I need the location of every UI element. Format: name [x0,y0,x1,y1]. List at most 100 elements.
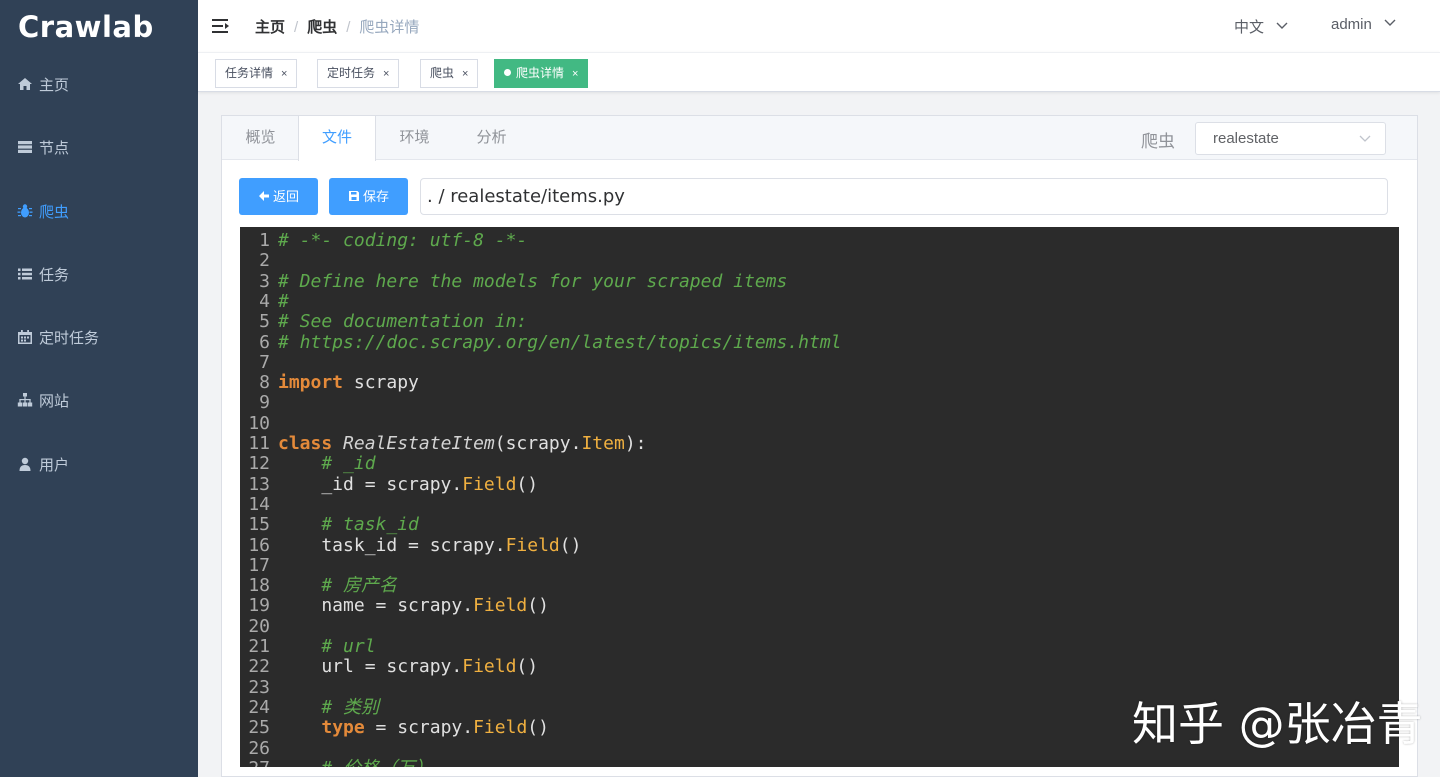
close-icon[interactable]: × [281,68,287,80]
breadcrumb-spider-detail: 爬虫详情 [359,19,420,36]
language-dropdown[interactable]: 中文 [1234,16,1288,37]
code-token: Field [473,717,528,739]
code-token: # Define here the models for your scrape… [278,270,788,292]
code-token: task_id = scrapy. [278,534,506,556]
home-icon [17,63,33,90]
back-button[interactable]: 返回 [239,178,318,215]
code-token: name = scrapy. [278,595,474,617]
code-token: () [559,534,582,556]
code-line: # url [278,636,375,657]
tab-environment[interactable]: 环境 [376,116,453,160]
code-line: # [278,290,289,312]
line-number: 8 [259,372,270,394]
sidebar-item-users[interactable]: 用户 [0,441,198,491]
line-number: 25 [248,717,270,739]
sidebar-item-tasks[interactable]: 任务 [0,251,198,301]
breadcrumb-separator: / [294,19,299,36]
close-icon[interactable]: × [462,68,468,80]
spider-select[interactable]: realestate [1195,122,1386,155]
tags-view: 任务详情 × 定时任务 × 爬虫 × 爬虫详情 × [198,52,1440,92]
active-dot-icon [504,69,511,76]
user-icon [17,443,33,471]
menu-toggle-icon[interactable] [210,15,232,37]
file-path-input[interactable]: . / realestate/items.py [420,178,1388,215]
username-label: admin [1331,16,1372,33]
code-token: url = scrapy. [278,656,463,678]
breadcrumb-home[interactable]: 主页 [255,19,285,36]
floppy-disk-icon [348,191,359,201]
line-number: 14 [248,493,270,515]
code-line: # -*- coding: utf-8 -*- [278,230,528,251]
tab-files[interactable]: 文件 [298,116,376,161]
close-icon[interactable]: × [383,68,389,80]
tab-analytics[interactable]: 分析 [453,116,530,160]
code-token: Item [581,433,625,454]
breadcrumb: 主页 / 爬虫 / 爬虫详情 [255,16,419,37]
code-token: # [278,290,289,312]
code-token: import [278,372,344,394]
tag-label: 爬虫 [430,66,455,80]
code-token: Field [462,656,517,678]
code-line: url = scrapy.Field() [278,657,538,677]
code-token: Field [462,473,517,495]
code-token: # -*- coding: utf-8 -*- [278,230,528,251]
arrow-left-icon [258,191,269,201]
line-number: 10 [248,412,270,434]
spider-select-value: realestate [1213,130,1279,147]
code-token: RealEstateItem [343,433,495,454]
code-line: # https://doc.scrapy.org/en/latest/topic… [278,332,842,353]
spider-select-label: 爬虫 [1141,132,1175,151]
code-token: # 价格（万） [321,758,433,767]
code-line: # Define here the models for your scrape… [278,270,788,292]
line-number: 17 [248,554,270,576]
code-token: # _id [321,453,376,475]
code-line: _id = scrapy.Field() [278,473,538,495]
line-number: 21 [248,636,270,657]
line-number: 23 [248,676,270,698]
line-number: 22 [248,656,270,678]
chevron-down-icon [1359,135,1371,142]
code-token: Field [505,534,560,556]
tag-spider-detail[interactable]: 爬虫详情 × [494,59,589,88]
code-line: # 类别 [278,697,379,718]
code-token: (scrapy. [494,433,582,454]
chevron-down-icon [1384,19,1396,26]
line-number: 18 [248,575,270,597]
code-line: # See documentation in: [278,312,527,332]
code-token: # 房产名 [321,575,398,597]
code-token: () [527,595,549,617]
bug-icon [17,190,33,218]
tag-task-detail[interactable]: 任务详情 × [215,59,298,88]
sidebar-item-spiders[interactable]: 爬虫 [0,188,198,238]
line-number: 7 [259,351,270,373]
code-editor[interactable]: 1 # -*- coding: utf-8 -*- 2 3 # Define here … [240,227,1399,767]
code-token: () [516,656,539,678]
sidebar-item-home[interactable]: 主页 [0,61,198,111]
tag-label: 任务详情 [225,66,274,80]
sidebar-item-schedules[interactable]: 定时任务 [0,314,198,364]
sidebar-item-nodes[interactable]: 节点 [0,124,198,174]
close-icon[interactable]: × [572,68,578,80]
tab-overview[interactable]: 概览 [222,116,299,160]
sidebar-item-sites[interactable]: 网站 [0,377,198,427]
tag-schedules[interactable]: 定时任务 × [317,59,400,88]
save-button[interactable]: 保存 [329,178,408,215]
line-number: 24 [248,696,270,718]
sidebar-item-label: 爬虫 [39,204,70,221]
app-logo: Crawlab [18,10,154,44]
tag-spiders[interactable]: 爬虫 × [420,59,479,88]
line-number: 19 [248,595,270,617]
line-number: 5 [259,311,270,333]
line-number: 9 [259,392,270,414]
code-line: name = scrapy.Field() [278,596,549,616]
code-line: class RealEstateItem(scrapy.Item): [278,433,647,454]
code-token: type [321,717,365,739]
user-dropdown[interactable]: admin [1331,16,1396,33]
breadcrumb-spiders[interactable]: 爬虫 [307,19,337,36]
save-button-label: 保存 [362,189,389,204]
